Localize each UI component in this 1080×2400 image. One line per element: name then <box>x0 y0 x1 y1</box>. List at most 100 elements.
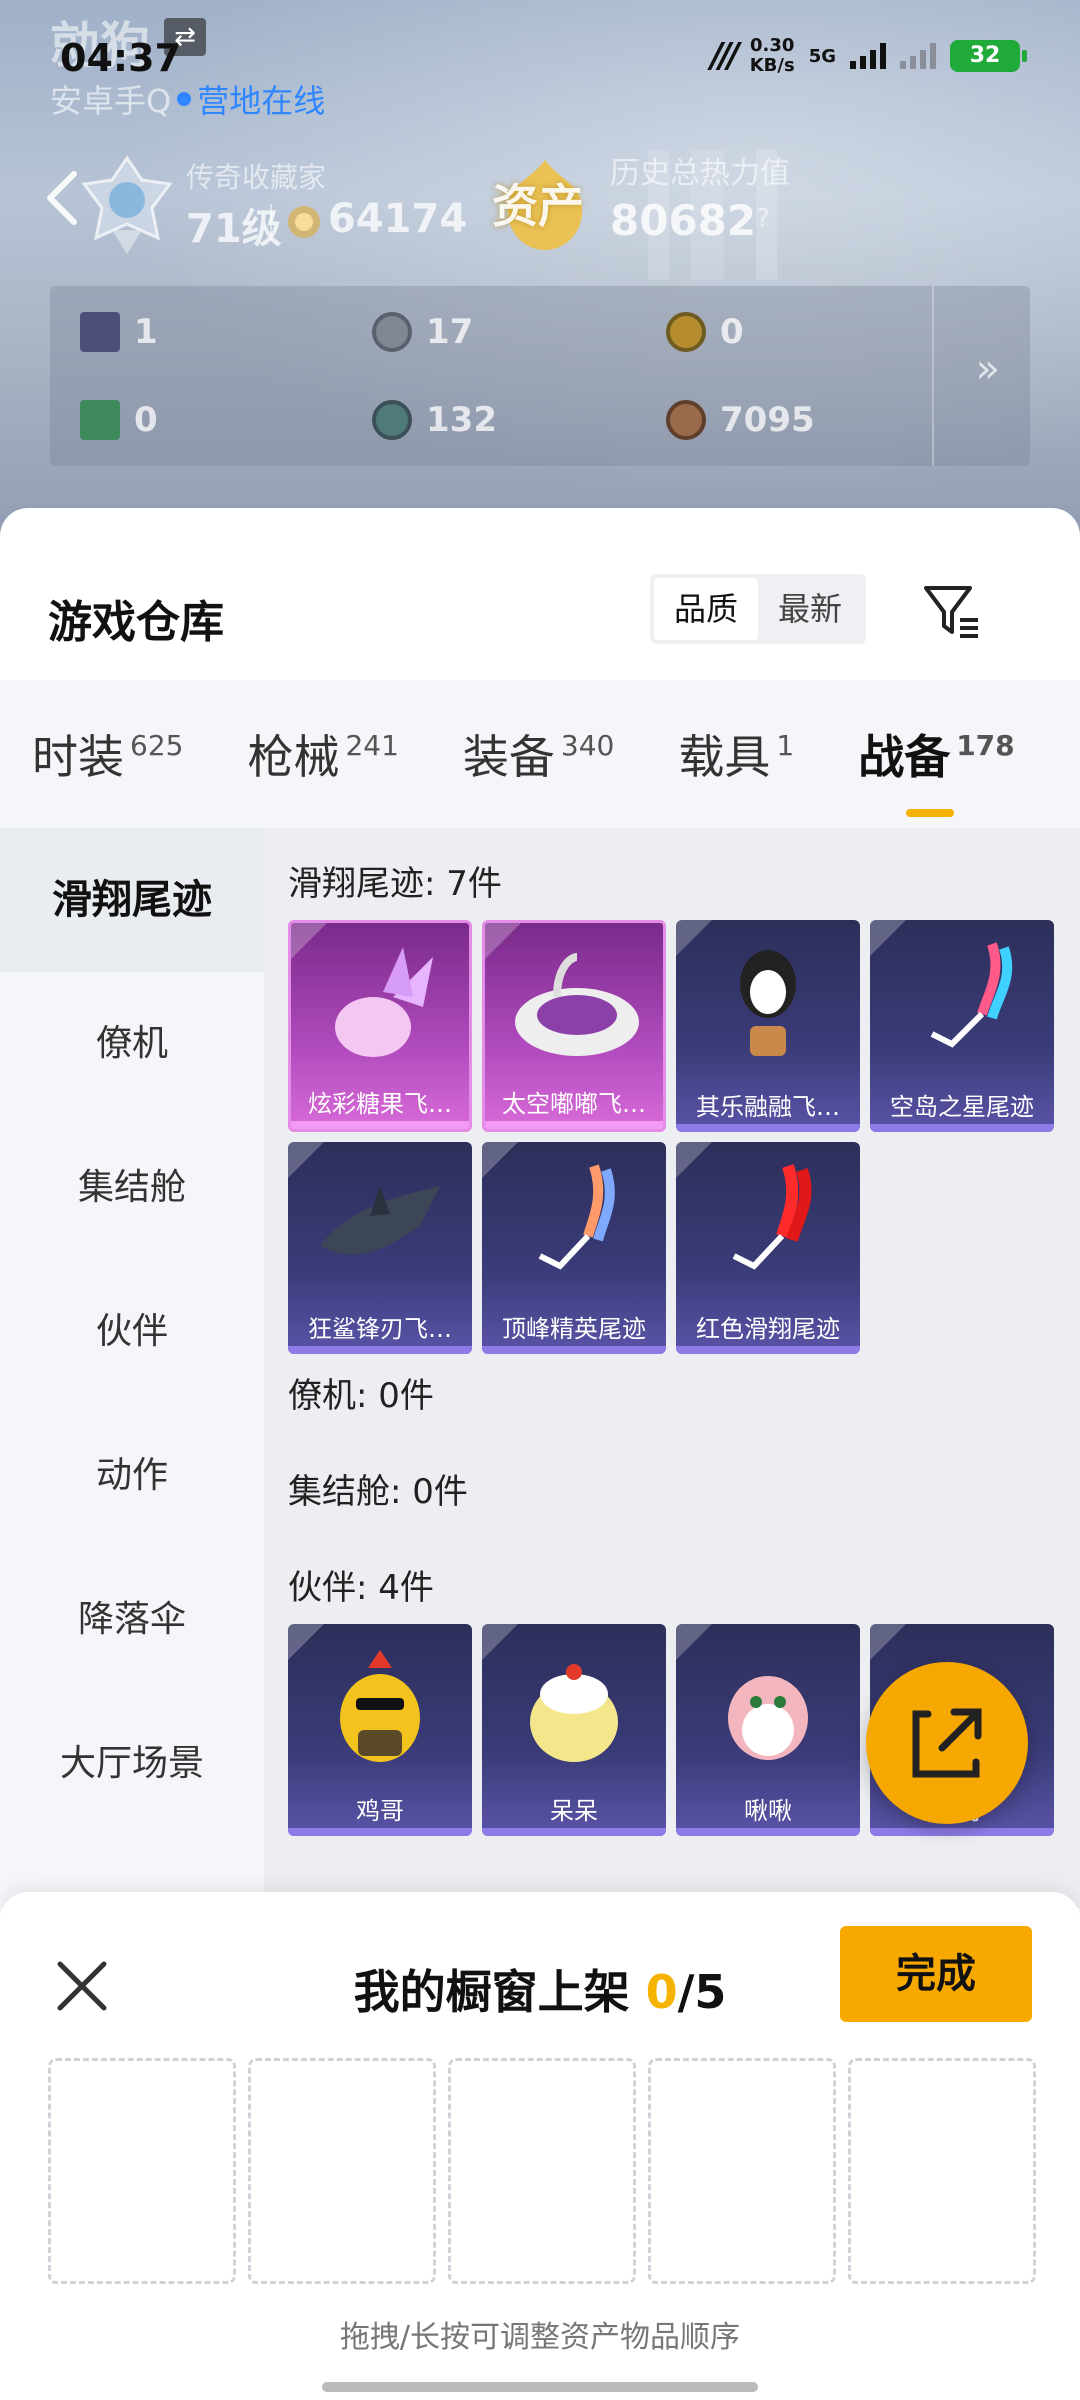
net-speed-value: 0.30 <box>749 35 795 56</box>
heat-help-icon[interactable]: ? <box>756 204 770 234</box>
side-item-wingman[interactable]: 僚机 <box>0 972 264 1116</box>
tab-label: 装备 <box>462 730 555 784</box>
tab-label: 时装 <box>32 730 124 784</box>
side-nav: 滑翔尾迹 僚机 集结舱 伙伴 动作 降落伞 大厅场景 <box>0 828 264 1908</box>
item-name: 红色滑翔尾迹 <box>696 1315 840 1343</box>
stat-item: 0 <box>666 312 744 352</box>
rarity-band <box>676 1828 860 1836</box>
chevron-right-double-icon[interactable]: » <box>976 346 1000 392</box>
stat-value: 17 <box>426 312 474 352</box>
egg-companion-icon <box>530 1664 618 1762</box>
showcase-panel: 我的橱窗上架 0/5 完成 拖拽/长按可调整资产物品顺序 <box>0 1892 1080 2400</box>
rank-title: 传奇收藏家 <box>186 161 327 194</box>
section-glide-label: 滑翔尾迹: 7件 <box>288 864 502 904</box>
network-logo-icon: /// <box>710 36 739 76</box>
candy-glider-icon <box>335 947 433 1057</box>
tab-weapons[interactable]: 枪械 241 <box>215 721 430 787</box>
bronze-coin-icon <box>666 400 706 440</box>
rarity-band <box>870 1124 1054 1132</box>
showcase-slot[interactable] <box>248 2058 436 2284</box>
item-name: 顶峰精英尾迹 <box>502 1315 646 1343</box>
net-speed-unit: KB/s <box>749 55 795 76</box>
side-item-parachute[interactable]: 降落伞 <box>0 1548 264 1692</box>
item-card[interactable]: 顶峰精英尾迹 <box>482 1142 666 1354</box>
tab-equipment[interactable]: 装备 340 <box>431 721 646 787</box>
stat-value: 1 <box>134 312 158 352</box>
showcase-slot[interactable] <box>648 2058 836 2284</box>
red-trail-icon <box>732 1164 812 1270</box>
collection-coin-icon <box>288 206 320 238</box>
glide-grid: 炫彩糖果飞… 太空嘟嘟飞… 其乐融融飞… 空岛之星尾迹 狂鲨锋刃飞… 顶峰精英尾… <box>288 920 1054 1354</box>
home-indicator[interactable] <box>322 2382 758 2392</box>
filter-icon[interactable] <box>920 578 984 642</box>
silver-coin-icon <box>372 312 412 352</box>
network-type: 5G <box>808 45 836 67</box>
tab-count: 1 <box>776 729 795 762</box>
teal-coin-icon <box>372 400 412 440</box>
showcase-slot[interactable] <box>48 2058 236 2284</box>
side-item-capsule[interactable]: 集结舱 <box>0 1116 264 1260</box>
stats-divider <box>932 286 934 466</box>
share-fab[interactable] <box>866 1662 1028 1824</box>
showcase-slot[interactable] <box>448 2058 636 2284</box>
item-card[interactable]: 炫彩糖果飞… <box>288 920 472 1132</box>
stat-item: 7095 <box>666 400 815 440</box>
item-name: 狂鲨锋刃飞… <box>308 1315 452 1343</box>
stats-panel[interactable]: 1 17 0 0 132 7095 » <box>50 286 1030 466</box>
item-name: 太空嘟嘟飞… <box>502 1090 646 1118</box>
heat-value: 80682 <box>610 196 757 245</box>
item-name: 炫彩糖果飞… <box>308 1090 452 1118</box>
side-item-emote[interactable]: 动作 <box>0 1404 264 1548</box>
tab-label: 枪械 <box>247 730 340 784</box>
elite-trail-icon <box>538 1164 615 1270</box>
item-card[interactable]: 红色滑翔尾迹 <box>676 1142 860 1354</box>
tab-label: 载具 <box>678 730 771 784</box>
rank-divider <box>270 204 272 240</box>
item-card[interactable]: 太空嘟嘟飞… <box>482 920 666 1132</box>
rarity-band <box>482 1346 666 1354</box>
rarity-band <box>870 1828 1054 1836</box>
net-speed: 0.30 KB/s <box>750 36 795 76</box>
rarity-band <box>482 1828 666 1836</box>
section-capsule-label: 集结舱: 0件 <box>288 1472 468 1512</box>
tab-fashion[interactable]: 时装 625 <box>0 721 215 787</box>
item-name: 啾啾 <box>744 1797 792 1825</box>
online-status[interactable]: 营地在线 <box>197 76 325 122</box>
card-icon <box>80 312 120 352</box>
showcase-title-text: 我的橱窗上架 <box>353 1965 630 2019</box>
item-card[interactable]: 鸡哥 <box>288 1624 472 1836</box>
item-card[interactable]: 呆呆 <box>482 1624 666 1836</box>
green-card-icon <box>80 400 120 440</box>
asset-label: 资产 <box>492 179 584 233</box>
stat-value: 132 <box>426 400 497 440</box>
showcase-total: /5 <box>677 1965 727 2019</box>
rainbow-trail-icon <box>930 942 1013 1048</box>
stat-value: 0 <box>134 400 158 440</box>
tab-battle-gear[interactable]: 战备 178 <box>826 721 1046 817</box>
tab-vehicles[interactable]: 载具 1 <box>646 721 826 787</box>
card-corner <box>870 1624 906 1660</box>
online-dot-icon <box>177 92 192 106</box>
showcase-slot[interactable] <box>848 2058 1036 2284</box>
item-card[interactable]: 狂鲨锋刃飞… <box>288 1142 472 1354</box>
item-card[interactable]: 啾啾 <box>676 1624 860 1836</box>
category-tabs: 时装 625 枪械 241 装备 340 载具 1 战备 178 <box>0 680 1080 828</box>
section-wingman-label: 僚机: 0件 <box>288 1376 434 1416</box>
item-card[interactable]: 空岛之星尾迹 <box>870 920 1054 1132</box>
tab-count: 625 <box>130 729 184 762</box>
item-card[interactable]: 其乐融融飞… <box>676 920 860 1132</box>
done-button[interactable]: 完成 <box>840 1926 1032 2022</box>
sort-option-quality[interactable]: 品质 <box>654 578 758 640</box>
tab-label: 战备 <box>858 730 951 784</box>
section-companion-label: 伙伴: 4件 <box>288 1568 434 1608</box>
heat-title: 历史总热力值 <box>610 156 790 191</box>
sort-option-latest[interactable]: 最新 <box>758 578 862 640</box>
side-item-glide-trail[interactable]: 滑翔尾迹 <box>0 828 264 972</box>
side-item-companion[interactable]: 伙伴 <box>0 1260 264 1404</box>
gold-triangle-icon <box>666 312 706 352</box>
tab-count: 178 <box>956 729 1015 762</box>
space-saucer-icon <box>515 953 639 1056</box>
showcase-count: 0 <box>645 1965 678 2019</box>
side-item-lobby-scene[interactable]: 大厅场景 <box>0 1692 264 1836</box>
share-external-icon <box>912 1708 982 1778</box>
